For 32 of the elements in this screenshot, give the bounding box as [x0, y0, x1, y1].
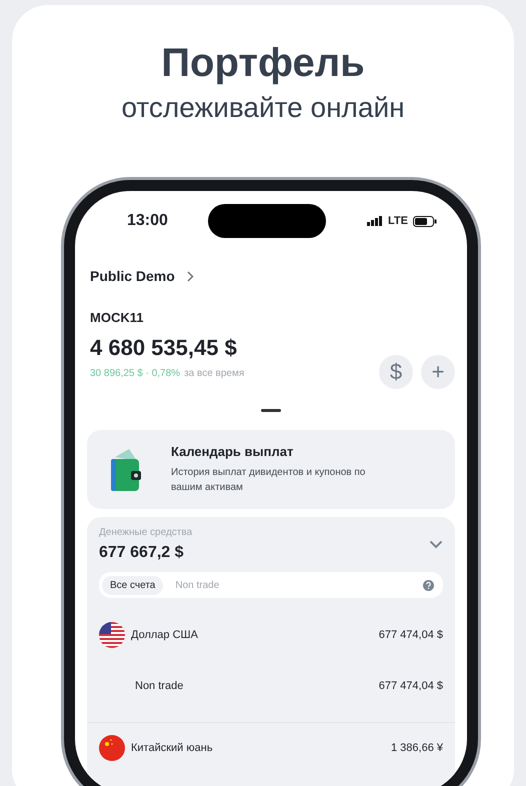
help-icon[interactable] — [423, 580, 434, 590]
account-name: Non trade — [135, 680, 184, 692]
chevron-down-icon[interactable] — [429, 540, 443, 549]
change-period: за все время — [184, 368, 244, 379]
promo-subtitle: отслеживайте онлайн — [121, 92, 405, 124]
cash-amount: 677 667,2 $ — [99, 544, 185, 562]
portfolio-change: 30 896,25 $ · 0,78% — [90, 368, 180, 379]
sheet-handle[interactable] — [261, 409, 281, 412]
wallet-icon — [109, 446, 143, 492]
promo-title: Портфель — [161, 41, 365, 86]
flag-icon — [99, 735, 125, 761]
battery-icon — [412, 216, 437, 226]
currency-amount: 677 474,04 $ — [378, 629, 443, 641]
portfolio-balance: 4 680 535,45 $ — [90, 335, 238, 361]
flag-icon — [99, 622, 125, 648]
portfolio-name: MOCK11 — [90, 310, 144, 325]
status-time: 13:00 — [127, 212, 168, 230]
currency-amount: 1 386,66 ¥ — [391, 742, 443, 754]
round-button[interactable]: + — [421, 355, 455, 389]
currency-name: Доллар США — [131, 629, 198, 641]
cash-label: Денежные средства — [99, 527, 192, 538]
signal-icon — [367, 216, 384, 226]
network-label: LTE — [388, 215, 408, 227]
account-selector[interactable]: Public Demo — [90, 268, 455, 284]
round-button[interactable]: $ — [379, 355, 413, 389]
currency-name: Китайский юань — [131, 742, 213, 754]
account-amount: 677 474,04 $ — [378, 680, 443, 692]
chevron-right-icon — [186, 270, 194, 282]
calendar-description: История выплат дивидентов и купонов по вашим активам — [171, 466, 366, 495]
calendar-title: Календарь выплат — [171, 444, 294, 459]
account-tab[interactable]: Все счета — [102, 576, 164, 594]
calendar-card[interactable]: Календарь выплат История выплат дивидентов и купонов по вашим активам — [87, 430, 455, 509]
